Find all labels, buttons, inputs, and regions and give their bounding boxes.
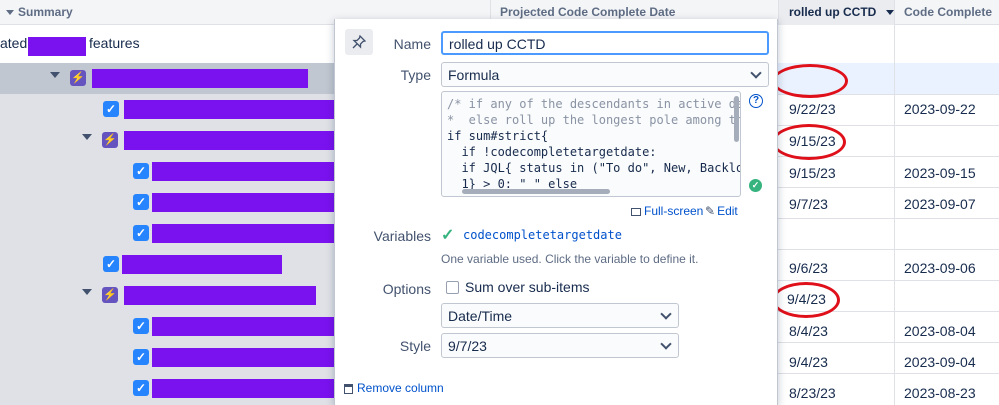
code-complete-cell: 2023-09-15 (904, 165, 976, 181)
name-label: Name (393, 36, 431, 52)
table-row[interactable] (778, 218, 999, 249)
task-check-icon: ✓ (133, 194, 149, 210)
check-circle-icon: ✓ (749, 179, 762, 192)
code-complete-cell: 2023-09-22 (904, 101, 976, 117)
check-icon: ✓ (441, 227, 455, 244)
tree-row-story[interactable]: ✓ (0, 249, 334, 280)
tree-row-epic[interactable]: ⚡ (0, 125, 334, 156)
task-check-icon: ✓ (103, 101, 119, 117)
type-label: Type (400, 67, 431, 83)
redacted-text (152, 348, 334, 367)
redacted-text (152, 379, 334, 398)
redacted-text (124, 286, 316, 305)
redacted-text (28, 37, 86, 56)
pencil-icon: ✎ (705, 204, 716, 218)
code-complete-cell: 2023-08-04 (904, 323, 976, 339)
tree-row-story[interactable]: ✓ (0, 94, 334, 125)
collapse-chevron-icon[interactable] (82, 289, 92, 295)
task-check-icon: ✓ (133, 380, 149, 396)
rolled-up-cctd-cell: 9/15/23 (789, 165, 836, 181)
dropdown-icon[interactable] (885, 10, 894, 16)
sum-over-subitems-label: Sum over sub-items (465, 279, 590, 295)
redacted-text (122, 255, 282, 274)
chevron-down-icon (660, 337, 672, 350)
type-select[interactable]: Formula (441, 62, 769, 87)
rolled-up-column-header[interactable]: rolled up CCTD (779, 0, 894, 25)
rolled-up-cctd-cell: 8/4/23 (789, 323, 828, 339)
redacted-text (92, 69, 308, 88)
redacted-text (124, 131, 334, 150)
code-complete-column-header[interactable]: Code Complete (904, 0, 992, 25)
variables-hint: One variable used. Click the variable to… (441, 252, 699, 266)
task-check-icon: ✓ (133, 318, 149, 334)
annotation-circle (772, 124, 846, 160)
task-check-icon: ✓ (103, 256, 119, 272)
task-check-icon: ✓ (133, 163, 149, 179)
collapse-chevron-icon[interactable] (50, 72, 60, 78)
tree-row-story[interactable]: ✓ (0, 218, 334, 249)
help-icon[interactable]: ? (749, 94, 763, 108)
sort-chevron-icon (6, 10, 14, 16)
name-input[interactable]: rolled up CCTD (441, 31, 769, 55)
style-select[interactable]: 9/7/23 (441, 333, 679, 358)
tree-row-story[interactable]: ✓ (0, 373, 334, 405)
tree-row-story[interactable]: ✓ (0, 187, 334, 218)
fullscreen-link[interactable]: Full-screen (631, 204, 703, 218)
redacted-text (152, 162, 334, 181)
tree-row-story[interactable]: ✓ (0, 342, 334, 373)
tree-row-epic[interactable]: ⚡ (0, 280, 334, 311)
rolled-up-cctd-cell: 9/7/23 (789, 196, 828, 212)
tree-row-story[interactable]: ✓ (0, 156, 334, 187)
annotation-circle (772, 282, 840, 318)
remove-column-link[interactable]: Remove column (344, 381, 444, 395)
horizontal-scrollbar[interactable] (462, 189, 610, 194)
chevron-down-icon (660, 307, 672, 320)
tree-row-epic[interactable]: ⚡ (0, 63, 334, 94)
trash-icon (344, 383, 353, 394)
redacted-text (152, 317, 334, 336)
rolled-up-cctd-cell: 8/23/23 (789, 385, 836, 401)
code-complete-cell: 2023-09-06 (904, 260, 976, 276)
redacted-text (152, 224, 334, 243)
annotation-circle (772, 64, 848, 98)
options-label: Options (382, 281, 431, 297)
rolled-up-cctd-cell: 9/6/23 (789, 260, 828, 276)
vertical-scrollbar[interactable] (734, 96, 739, 142)
variables-label: Variables (373, 228, 431, 244)
collapse-chevron-icon[interactable] (82, 134, 92, 140)
tree-row-story[interactable]: ✓ (0, 311, 334, 342)
code-complete-cell: 2023-08-23 (904, 385, 976, 401)
code-complete-cell: 2023-09-04 (904, 354, 976, 370)
format-select[interactable]: Date/Time (441, 303, 679, 328)
edit-link[interactable]: ✎ Edit (705, 204, 738, 218)
style-label: Style (399, 338, 431, 354)
epic-icon: ⚡ (102, 132, 118, 148)
code-complete-cell: 2023-09-07 (904, 196, 976, 212)
chevron-down-icon (750, 66, 762, 79)
column-config-panel: Name rolled up CCTD Type Formula /* if a… (334, 19, 778, 405)
task-check-icon: ✓ (133, 225, 149, 241)
sum-over-subitems-checkbox[interactable] (446, 281, 459, 294)
epic-icon: ⚡ (70, 70, 86, 86)
variable-link[interactable]: codecompletetargetdate (463, 228, 622, 242)
fullscreen-icon (631, 207, 641, 216)
redacted-text (152, 193, 334, 212)
epic-icon: ⚡ (102, 287, 118, 303)
rolled-up-cctd-cell: 9/4/23 (789, 354, 828, 370)
tree-row-root[interactable]: ated features (0, 25, 334, 63)
summary-column-header[interactable]: Summary (6, 0, 73, 25)
rolled-up-cctd-cell: 9/22/23 (789, 101, 836, 117)
formula-editor[interactable]: /* if any of the descendants in active d… (441, 91, 741, 197)
task-check-icon: ✓ (133, 349, 149, 365)
redacted-text (124, 100, 334, 119)
